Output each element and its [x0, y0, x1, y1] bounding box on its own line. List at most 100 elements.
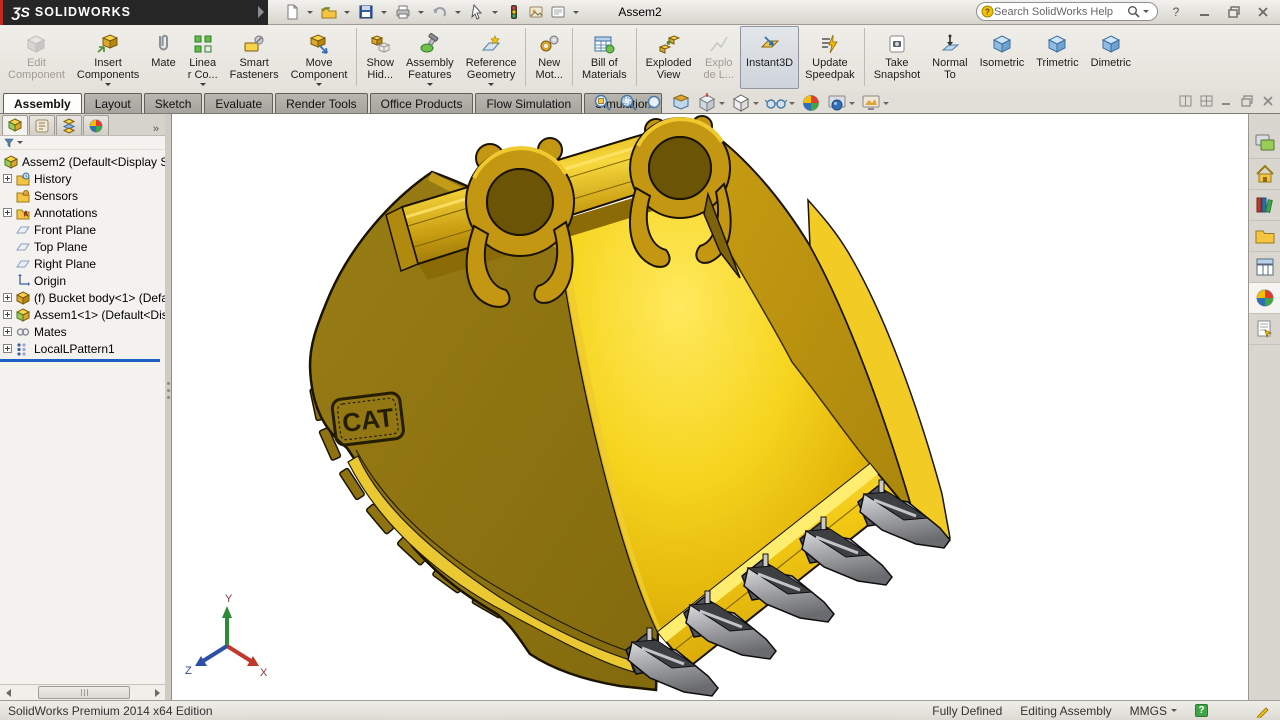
- expand-icon[interactable]: [3, 310, 12, 319]
- appearances-scenes-icon[interactable]: [1249, 283, 1280, 314]
- cmd-mate[interactable]: Mate: [145, 26, 181, 89]
- tree-item-sensors[interactable]: Sensors: [0, 187, 165, 204]
- new-dropdown-caret[interactable]: [307, 11, 313, 14]
- graphics-viewport[interactable]: CAT: [172, 114, 1248, 700]
- cmd-explode-line-sketch[interactable]: Explo de L...: [697, 26, 740, 89]
- scrollbar-thumb[interactable]: [38, 686, 130, 699]
- cmd-smart-fasteners[interactable]: Smart Fasteners: [224, 26, 285, 89]
- tree-item-assem1[interactable]: Assem1<1> (Default<Dis: [0, 306, 165, 323]
- cmd-new-motion-study[interactable]: New Mot...: [529, 26, 569, 89]
- scroll-left-arrow[interactable]: [0, 685, 16, 700]
- cmd-edit-component[interactable]: Edit Component: [2, 26, 71, 89]
- tree-item-origin[interactable]: Origin: [0, 272, 165, 289]
- search-dropdown-caret[interactable]: [1143, 10, 1149, 13]
- cmd-instant3d[interactable]: Instant3D: [740, 26, 799, 89]
- undo-icon[interactable]: [430, 2, 450, 22]
- display-style-icon[interactable]: [730, 92, 760, 114]
- hide-show-items-icon[interactable]: [764, 92, 796, 114]
- open-icon[interactable]: [319, 2, 339, 22]
- menu-expand-arrow[interactable]: [258, 6, 264, 18]
- tree-item-bucket-body[interactable]: (f) Bucket body<1> (Defa: [0, 289, 165, 306]
- dropdown-caret[interactable]: [849, 102, 855, 105]
- dropdown-caret[interactable]: [883, 102, 889, 105]
- dropdown-caret[interactable]: [427, 83, 433, 86]
- edit-appearance-icon[interactable]: [800, 92, 822, 114]
- tree-item-assem2-root[interactable]: Assem2 (Default<Display St: [0, 153, 165, 170]
- viewport-layout-2-icon[interactable]: [1200, 95, 1213, 107]
- cmd-bill-of-materials[interactable]: Bill of Materials: [576, 26, 633, 89]
- dropdown-caret[interactable]: [789, 102, 795, 105]
- cmd-trimetric[interactable]: Trimetric: [1030, 26, 1084, 89]
- search-input[interactable]: [994, 6, 1127, 18]
- dropdown-caret[interactable]: [316, 83, 322, 86]
- tree-item-right-plane[interactable]: Right Plane: [0, 255, 165, 272]
- design-library-icon[interactable]: [1249, 190, 1280, 221]
- configuration-manager-tab[interactable]: [56, 115, 82, 135]
- view-orientation-icon[interactable]: [696, 92, 726, 114]
- tab-office-products[interactable]: Office Products: [370, 93, 474, 113]
- search-icon[interactable]: [1127, 5, 1140, 18]
- tab-flow-simulation[interactable]: Flow Simulation: [475, 93, 582, 113]
- cmd-linear-component-pattern[interactable]: Linea r Co...: [182, 26, 224, 89]
- tree-item-top-plane[interactable]: Top Plane: [0, 238, 165, 255]
- expand-icon[interactable]: [3, 174, 12, 183]
- tree-horizontal-scrollbar[interactable]: [0, 684, 165, 700]
- dropdown-caret[interactable]: [105, 83, 111, 86]
- solidworks-resources-icon[interactable]: [1249, 159, 1280, 190]
- view-settings-icon[interactable]: [860, 92, 890, 114]
- help-icon[interactable]: ?: [1165, 3, 1187, 20]
- doc-close-icon[interactable]: [1262, 95, 1274, 107]
- print-dropdown-caret[interactable]: [418, 11, 424, 14]
- bucket-model[interactable]: CAT: [172, 114, 1248, 700]
- tab-evaluate[interactable]: Evaluate: [204, 93, 273, 113]
- open-dropdown-caret[interactable]: [344, 11, 350, 14]
- cmd-update-speedpak[interactable]: Update Speedpak: [799, 26, 861, 89]
- feature-manager-tab[interactable]: [2, 115, 28, 135]
- restore-button[interactable]: [1223, 3, 1245, 20]
- dropdown-caret[interactable]: [200, 83, 206, 86]
- tree-item-annotations[interactable]: Annotations: [0, 204, 165, 221]
- scroll-right-arrow[interactable]: [149, 685, 165, 700]
- custom-properties-icon[interactable]: [1249, 314, 1280, 345]
- rollback-bar[interactable]: [0, 359, 160, 362]
- solidworks-forum-icon[interactable]: [1249, 128, 1280, 159]
- tab-layout[interactable]: Layout: [84, 93, 142, 113]
- tree-filter-row[interactable]: [0, 136, 165, 150]
- expand-icon[interactable]: [3, 293, 12, 302]
- view-palette-icon[interactable]: [1249, 252, 1280, 283]
- undo-dropdown-caret[interactable]: [455, 11, 461, 14]
- dropdown-caret[interactable]: [753, 102, 759, 105]
- expand-icon[interactable]: [3, 344, 12, 353]
- options-icon[interactable]: [526, 2, 546, 22]
- tab-sketch[interactable]: Sketch: [144, 93, 203, 113]
- display-manager-tab[interactable]: [83, 115, 109, 135]
- cmd-insert-components[interactable]: Insert Components: [71, 26, 145, 89]
- cmd-dimetric[interactable]: Dimetric: [1085, 26, 1137, 89]
- save-icon[interactable]: [356, 2, 376, 22]
- dropdown-caret[interactable]: [719, 102, 725, 105]
- cmd-show-hidden-components[interactable]: Show Hid...: [360, 26, 400, 89]
- status-help-icon[interactable]: ?: [1195, 704, 1208, 717]
- minimize-button[interactable]: [1194, 3, 1216, 20]
- cmd-exploded-view[interactable]: Exploded View: [640, 26, 698, 89]
- help-search-box[interactable]: ?: [976, 2, 1158, 21]
- tab-render-tools[interactable]: Render Tools: [275, 93, 368, 113]
- viewport-layout-icon[interactable]: [1179, 95, 1192, 107]
- doc-minimize-icon[interactable]: [1221, 95, 1233, 107]
- save-dropdown-caret[interactable]: [381, 11, 387, 14]
- property-manager-tab[interactable]: [29, 115, 55, 135]
- doc-restore-icon[interactable]: [1241, 95, 1254, 107]
- tab-assembly[interactable]: Assembly: [3, 93, 82, 113]
- cmd-reference-geometry[interactable]: Reference Geometry: [460, 26, 523, 89]
- splitter-grip[interactable]: [167, 382, 170, 399]
- tree-item-mates[interactable]: Mates: [0, 323, 165, 340]
- close-button[interactable]: [1252, 3, 1274, 20]
- cmd-normal-to[interactable]: Normal To: [926, 26, 973, 89]
- expand-icon[interactable]: [3, 208, 12, 217]
- cmd-move-component[interactable]: Move Component: [285, 26, 354, 89]
- rebuild-icon[interactable]: [504, 2, 524, 22]
- dropdown-caret[interactable]: [488, 83, 494, 86]
- units-dropdown-caret[interactable]: [1171, 709, 1177, 712]
- section-view-icon[interactable]: [670, 92, 692, 114]
- previous-view-icon[interactable]: [644, 92, 666, 114]
